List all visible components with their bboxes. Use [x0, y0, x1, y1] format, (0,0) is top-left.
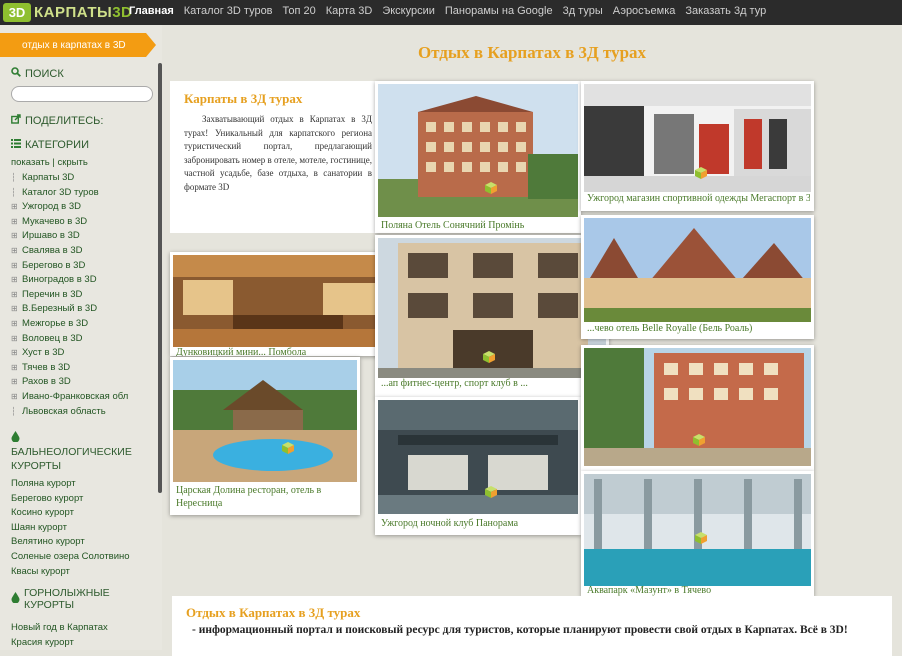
3d-cube-icon	[485, 181, 497, 194]
tour-caption: Ужгород ночной клуб Панорама	[381, 518, 519, 529]
nav-google-panoramas[interactable]: Панорамы на Google	[445, 5, 553, 17]
share-icon	[11, 114, 21, 127]
list-item[interactable]: ⊞ Перечин в 3D	[11, 288, 128, 303]
list-item[interactable]: ⊞ Свалява в 3D	[11, 244, 128, 259]
search-input[interactable]	[11, 86, 153, 102]
nav-home[interactable]: Главная	[129, 5, 174, 17]
list-item[interactable]: ┆ Карпаты 3D	[11, 171, 128, 186]
list-item[interactable]: Берегово курорт	[11, 492, 130, 507]
show-hide-toggle[interactable]: показать | скрыть	[11, 157, 88, 168]
3d-cube-icon	[695, 531, 707, 544]
balneo-list: Поляна курорт Берегово курорт Косино кур…	[11, 477, 130, 579]
list-item[interactable]: Поляна курорт	[11, 477, 130, 492]
3d-cube-icon	[485, 485, 497, 498]
drop-icon	[11, 431, 20, 445]
search-heading: ПОИСК	[11, 67, 64, 80]
list-item[interactable]: ⊞ Тячев в 3D	[11, 361, 128, 376]
page-title: Отдых в Карпатах в 3Д турах	[417, 43, 647, 62]
tour-card[interactable]: Царская Долина ресторан, отель в Нересни…	[170, 357, 360, 515]
3d-cube-icon	[483, 350, 495, 363]
tour-caption: Дунковицкий мини... Помбола	[176, 347, 307, 356]
ski-heading-row: ГОРНОЛЫЖНЫЕ КУРОРТЫ	[11, 587, 162, 611]
tour-card[interactable]	[581, 345, 814, 471]
list-item[interactable]: ⊞ Ивано-Франковская обл	[11, 390, 128, 405]
tour-card[interactable]: Ужгород ночной клуб Панорама	[375, 397, 581, 535]
3d-cube-icon	[693, 433, 705, 446]
list-item[interactable]: ┆ Каталог 3D туров	[11, 186, 128, 201]
3d-cube-icon	[282, 441, 294, 454]
list-item[interactable]: Косино курорт	[11, 506, 130, 521]
nav-3d-tours[interactable]: 3д туры	[563, 5, 603, 17]
tour-caption: ...ап фитнес-центр, спорт клуб в ...	[381, 378, 528, 389]
list-item[interactable]: ⊞ Берегово в 3D	[11, 259, 128, 274]
nav-aerial[interactable]: Аэросъемка	[613, 5, 676, 17]
list-item[interactable]: Соленые озера Солотвино	[11, 550, 130, 565]
list-item[interactable]: ⊞ Рахов в 3D	[11, 375, 128, 390]
list-item[interactable]: ⊞ Виноградов в 3D	[11, 273, 128, 288]
main-nav: Главная Каталог 3D туров Топ 20 Карта 3D…	[129, 5, 776, 17]
tour-caption: Царская Долина ресторан, отель в Нересни…	[176, 485, 322, 509]
list-icon	[11, 139, 21, 151]
list-item[interactable]: Новый год в Карпатах	[11, 621, 108, 636]
tour-photo	[173, 255, 400, 347]
sidebar-tab[interactable]: отдых в карпатах в 3D	[0, 33, 156, 57]
intro-card: Карпаты в 3Д турах Захватывающий отдых в…	[170, 81, 375, 233]
bottom-text: - информационный портал и поисковый ресу…	[192, 624, 848, 636]
tour-card[interactable]: Дунковицкий мини... Помбола	[170, 252, 403, 356]
tour-card[interactable]: Аквапарк «Мазунт» в Тячево	[581, 471, 814, 597]
categories-heading: КАТЕГОРИИ	[11, 139, 89, 151]
3d-cube-icon	[695, 166, 707, 179]
tour-caption: ...чево отель Belle Royalle (Бель Роаль)	[587, 323, 753, 334]
bottom-title: Отдых в Карпатах в 3Д турах	[186, 605, 361, 620]
list-item[interactable]: Красия курорт	[11, 636, 108, 651]
list-item[interactable]: ⊞ Воловец в 3D	[11, 332, 128, 347]
tour-card[interactable]: Поляна Отель Сонячний Промінь	[375, 81, 581, 233]
list-item[interactable]: ┆ Львовская область	[11, 405, 128, 420]
intro-title: Карпаты в 3Д турах	[184, 91, 303, 106]
main-content: Отдых в Карпатах в 3Д турах Карпаты в 3Д…	[162, 25, 902, 656]
list-item[interactable]: ⊞ Хуст в 3D	[11, 346, 128, 361]
share-heading: ПОДЕЛИТЕСЬ:	[11, 114, 103, 127]
tour-caption: Ужгород магазин спортивной одежды Мегасп…	[587, 193, 810, 204]
tour-card[interactable]: ...ап фитнес-центр, спорт клуб в ...	[375, 235, 609, 398]
logo-text: КАРПАТЫ3D	[34, 4, 133, 21]
list-item[interactable]: ⊞ Ужгород в 3D	[11, 200, 128, 215]
nav-order-tour[interactable]: Заказать 3д тур	[685, 5, 766, 17]
top-navbar: 3D КАРПАТЫ3D Главная Каталог 3D туров То…	[0, 0, 902, 25]
tour-caption: Поляна Отель Сонячний Промінь	[381, 220, 525, 231]
tour-card[interactable]: ...чево отель Belle Royalle (Бель Роаль)	[581, 215, 814, 339]
nav-catalog[interactable]: Каталог 3D туров	[184, 5, 273, 17]
tour-photo	[378, 84, 578, 217]
ski-list: Новый год в Карпатах Красия курорт	[11, 621, 108, 650]
tour-photo	[378, 400, 578, 514]
balneo-icon-row	[11, 431, 20, 445]
list-item[interactable]: ⊞ Межгорье в 3D	[11, 317, 128, 332]
list-item[interactable]: ⊞ Иршаво в 3D	[11, 229, 128, 244]
logo-badge: 3D	[3, 3, 31, 22]
leaf-icon	[11, 592, 20, 606]
ski-heading: ГОРНОЛЫЖНЫЕ КУРОРТЫ	[24, 587, 110, 611]
tour-photo	[173, 360, 357, 482]
nav-map3d[interactable]: Карта 3D	[326, 5, 373, 17]
list-item[interactable]: ⊞ Мукачево в 3D	[11, 215, 128, 230]
search-icon	[11, 67, 21, 80]
site-logo[interactable]: 3D КАРПАТЫ3D	[3, 2, 132, 23]
nav-top20[interactable]: Топ 20	[283, 5, 316, 17]
tour-photo	[584, 348, 811, 466]
list-item[interactable]: Велятино курорт	[11, 535, 130, 550]
list-item[interactable]: Квасы курорт	[11, 565, 130, 580]
list-item[interactable]: ⊞ В.Березный в 3D	[11, 302, 128, 317]
category-list: ┆ Карпаты 3D ┆ Каталог 3D туров ⊞ Ужгород в…	[11, 171, 128, 419]
intro-text: Захватывающий отдых в Карпатах в 3Д тура…	[184, 114, 372, 192]
tour-photo	[584, 218, 811, 322]
nav-excursions[interactable]: Экскурсии	[382, 5, 435, 17]
sidebar: отдых в карпатах в 3D ПОИСК ПОДЕЛИТЕСЬ: …	[0, 25, 162, 650]
tour-photo	[584, 474, 811, 586]
tour-card[interactable]: Ужгород магазин спортивной одежды Мегасп…	[581, 81, 814, 211]
bottom-info: Отдых в Карпатах в 3Д турах - информацио…	[172, 596, 892, 656]
list-item[interactable]: Шаян курорт	[11, 521, 130, 536]
balneo-heading: БАЛЬНЕОЛОГИЧЕСКИЕ КУРОРТЫ	[11, 446, 132, 472]
